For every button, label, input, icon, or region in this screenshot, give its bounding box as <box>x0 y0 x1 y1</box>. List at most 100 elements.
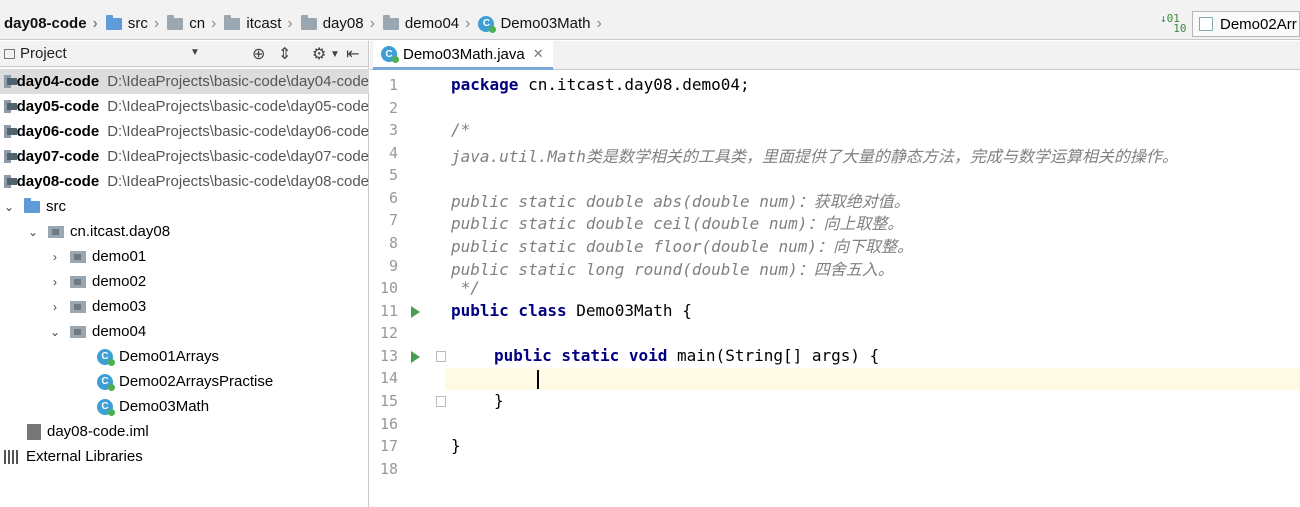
tree-item-external-libraries[interactable]: External Libraries <box>0 444 369 469</box>
sort-icon[interactable]: ↓01 10 <box>1160 13 1187 34</box>
tree-item-label: demo03 <box>92 298 147 315</box>
gear-icon[interactable]: ⚙ <box>312 44 326 64</box>
tree-item-class[interactable]: C Demo02ArraysPractise <box>0 369 369 394</box>
tree-item-class[interactable]: C Demo03Math <box>0 394 369 419</box>
package-icon <box>167 14 184 30</box>
code-line: package cn.itcast.day08.demo04; <box>451 75 750 97</box>
code-editor[interactable]: package cn.itcast.day08.demo04; /* java.… <box>451 72 1300 507</box>
run-config-icon <box>1199 17 1213 31</box>
breadcrumb-demo03math[interactable]: C Demo03Math › <box>474 8 605 39</box>
package-icon <box>70 300 86 313</box>
tree-item-project[interactable]: day05-code D:\IdeaProjects\basic-code\da… <box>0 94 369 119</box>
breadcrumb-label: day08-code <box>4 15 87 32</box>
chevron-down-icon[interactable]: ▼ <box>330 49 340 60</box>
tree-item-iml[interactable]: day08-code.iml <box>0 419 369 444</box>
project-name: day08-code <box>16 173 100 190</box>
toolbar-right: ↓01 10 Demo02Arr <box>1160 8 1300 40</box>
comment-line: public static double ceil(double num)：向上… <box>451 214 904 233</box>
class-icon: C <box>97 373 115 391</box>
line-number: 7 <box>388 211 398 229</box>
fold-icon[interactable] <box>436 351 446 362</box>
chevron-right-icon[interactable]: › <box>46 300 64 314</box>
code-text: cn.itcast.day08.demo04; <box>518 75 750 94</box>
tree-item-label: Demo01Arrays <box>119 348 220 365</box>
run-config-label: Demo02Arr <box>1220 15 1297 33</box>
line-number: 10 <box>379 279 398 297</box>
chevron-down-icon[interactable]: ⌄ <box>0 200 18 214</box>
keyword: package <box>451 75 519 94</box>
breadcrumb-cn[interactable]: cn › <box>163 8 220 39</box>
tree-item-class[interactable]: C Demo01Arrays <box>0 344 369 369</box>
tree-item-project[interactable]: day06-code D:\IdeaProjects\basic-code\da… <box>0 119 369 144</box>
package-icon <box>70 250 86 263</box>
chevron-down-icon[interactable]: ⌄ <box>46 325 64 339</box>
line-number: 9 <box>388 257 398 275</box>
line-number: 16 <box>379 415 398 433</box>
line-number: 12 <box>379 324 398 342</box>
project-path: D:\IdeaProjects\basic-code\day05-code <box>107 98 369 115</box>
project-panel-title[interactable]: Project <box>20 45 67 62</box>
comment-line: /* <box>451 120 471 139</box>
tree-item-label: cn.itcast.day08 <box>70 223 171 240</box>
run-config-selector[interactable]: Demo02Arr <box>1192 11 1300 37</box>
package-icon <box>224 14 241 30</box>
line-number: 1 <box>388 76 398 94</box>
tree-item-project[interactable]: day04-code D:\IdeaProjects\basic-code\da… <box>0 69 369 94</box>
project-name: day07-code <box>16 148 100 165</box>
close-icon[interactable]: ✕ <box>533 46 544 62</box>
hide-icon[interactable]: ⇤ <box>346 44 359 64</box>
tree-item-label: day08-code.iml <box>47 423 149 440</box>
package-icon <box>300 14 317 30</box>
tree-item-demo03[interactable]: › demo03 <box>0 294 369 319</box>
project-panel-header: Project ▼ ⊕ ⇕ ⚙ ▼ ⇤ <box>0 41 368 67</box>
breadcrumb-demo04[interactable]: demo04 › <box>379 8 475 39</box>
line-number: 3 <box>388 121 398 139</box>
collapse-icon[interactable]: ⇕ <box>278 44 291 64</box>
package-icon <box>70 275 86 288</box>
comment-line: public static double abs(double num)：获取绝… <box>451 192 910 211</box>
module-icon <box>4 75 17 88</box>
tree-item-src[interactable]: ⌄ src <box>0 194 369 219</box>
line-number: 6 <box>388 189 398 207</box>
chevron-right-icon[interactable]: › <box>46 275 64 289</box>
fold-icon[interactable] <box>436 396 446 407</box>
code-line: } <box>451 436 461 455</box>
chevron-down-icon[interactable]: ⌄ <box>24 225 42 239</box>
breadcrumb-day08[interactable]: day08 › <box>297 8 379 39</box>
crosshair-icon[interactable]: ⊕ <box>252 44 265 64</box>
breadcrumb-day08-code[interactable]: day08-code › <box>0 8 102 39</box>
line-number: 8 <box>388 234 398 252</box>
tree-item-demo01[interactable]: › demo01 <box>0 244 369 269</box>
project-panel: Project ▼ ⊕ ⇕ ⚙ ▼ ⇤ day04-code D:\IdeaPr… <box>0 41 369 507</box>
menu-bar <box>0 0 1300 8</box>
project-path: D:\IdeaProjects\basic-code\day04-code <box>107 73 369 90</box>
module-icon <box>4 175 17 188</box>
breadcrumb-src[interactable]: src › <box>102 8 163 39</box>
chevron-right-icon: › <box>369 14 375 32</box>
breadcrumb-label: day08 <box>322 15 364 32</box>
tab-demo03math[interactable]: C Demo03Math.java ✕ <box>373 41 553 70</box>
chevron-down-icon[interactable]: ▼ <box>190 47 200 58</box>
tree-item-demo04[interactable]: ⌄ demo04 <box>0 319 369 344</box>
code-text: Demo03Math { <box>566 301 692 320</box>
line-number: 17 <box>379 437 398 455</box>
chevron-right-icon[interactable]: › <box>46 250 64 264</box>
tree-item-package[interactable]: ⌄ cn.itcast.day08 <box>0 219 369 244</box>
tree-item-label: demo01 <box>92 248 147 265</box>
breadcrumb-itcast[interactable]: itcast › <box>220 8 296 39</box>
project-path: D:\IdeaProjects\basic-code\day07-code <box>107 148 369 165</box>
tree-item-project[interactable]: day07-code D:\IdeaProjects\basic-code\da… <box>0 144 369 169</box>
project-view-icon <box>4 48 15 59</box>
code-line: public class Demo03Math { <box>451 301 692 323</box>
tree-item-project[interactable]: day08-code D:\IdeaProjects\basic-code\da… <box>0 169 369 194</box>
run-main-icon[interactable] <box>411 351 420 363</box>
class-icon: C <box>381 46 399 63</box>
class-icon: C <box>97 398 115 416</box>
comment-line: java.util.Math类是数学相关的工具类，里面提供了大量的静态方法，完成… <box>451 147 1178 166</box>
code-line: } <box>494 391 504 410</box>
comment-line: public static double floor(double num)：向… <box>451 237 914 256</box>
tree-item-demo02[interactable]: › demo02 <box>0 269 369 294</box>
project-path: D:\IdeaProjects\basic-code\day08-code <box>107 173 369 190</box>
run-class-icon[interactable] <box>411 306 420 318</box>
keyword: public class <box>451 301 567 320</box>
